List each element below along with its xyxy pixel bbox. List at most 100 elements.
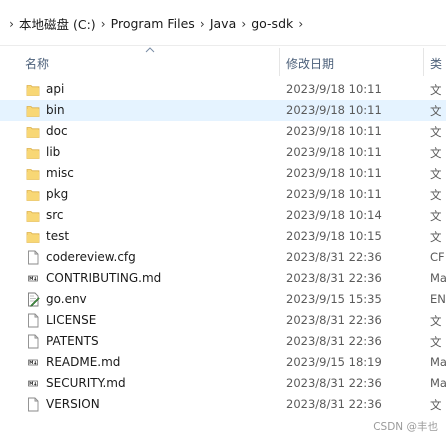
sort-ascending-icon	[145, 47, 155, 53]
file-modified-date: 2023/9/18 10:14	[286, 208, 382, 222]
file-type: 文	[430, 209, 442, 223]
file-row[interactable]: misc 2023/9/18 10:11 文	[0, 163, 446, 184]
file-name: lib	[46, 145, 61, 159]
address-bar[interactable]: › 本地磁盘 (C:) › Program Files › Java › go-…	[0, 0, 446, 46]
file-type: 文	[430, 398, 442, 412]
file-row[interactable]: pkg 2023/9/18 10:11 文	[0, 184, 446, 205]
chevron-right-icon[interactable]: ›	[293, 17, 308, 31]
file-row[interactable]: lib 2023/9/18 10:11 文	[0, 142, 446, 163]
markdown-file-icon	[26, 376, 40, 391]
folder-icon	[26, 229, 40, 244]
file-name: codereview.cfg	[46, 250, 136, 264]
file-name: LICENSE	[46, 313, 97, 327]
file-list: api 2023/9/18 10:11 文 bin 2023/9/18 10:11 文 do…	[0, 79, 446, 415]
file-row[interactable]: go.env 2023/9/15 15:35 EN	[0, 289, 446, 310]
markdown-file-icon	[26, 355, 40, 370]
file-modified-date: 2023/9/18 10:11	[286, 124, 382, 138]
file-type: Ma	[430, 271, 446, 285]
chevron-right-icon[interactable]: ›	[4, 17, 19, 31]
file-type: 文	[430, 83, 442, 97]
file-modified-date: 2023/8/31 22:36	[286, 334, 382, 348]
file-modified-date: 2023/9/18 10:11	[286, 187, 382, 201]
markdown-file-icon	[26, 271, 40, 286]
file-type: 文	[430, 167, 442, 181]
folder-icon	[26, 103, 40, 118]
file-type: 文	[430, 335, 442, 349]
folder-icon	[26, 145, 40, 160]
file-modified-date: 2023/9/18 10:11	[286, 103, 382, 117]
file-modified-date: 2023/9/18 10:11	[286, 145, 382, 159]
folder-icon	[26, 82, 40, 97]
chevron-right-icon[interactable]: ›	[195, 17, 210, 31]
file-icon	[26, 313, 40, 328]
file-row[interactable]: doc 2023/9/18 10:11 文	[0, 121, 446, 142]
file-modified-date: 2023/9/15 15:35	[286, 292, 382, 306]
folder-icon	[26, 208, 40, 223]
file-row[interactable]: bin 2023/9/18 10:11 文	[0, 100, 446, 121]
file-type: 文	[430, 104, 442, 118]
column-divider[interactable]	[279, 48, 280, 76]
file-row[interactable]: test 2023/9/18 10:15 文	[0, 226, 446, 247]
file-name: src	[46, 208, 64, 222]
breadcrumb-item-go-sdk[interactable]: go-sdk	[251, 16, 293, 31]
folder-icon	[26, 166, 40, 181]
file-row[interactable]: VERSION 2023/8/31 22:36 文	[0, 394, 446, 415]
chevron-right-icon[interactable]: ›	[96, 17, 111, 31]
file-row[interactable]: CONTRIBUTING.md 2023/8/31 22:36 Ma	[0, 268, 446, 289]
breadcrumb-item-drive[interactable]: 本地磁盘 (C:)	[19, 14, 96, 33]
file-name: CONTRIBUTING.md	[46, 271, 162, 285]
file-type: 文	[430, 146, 442, 160]
file-type: 文	[430, 125, 442, 139]
column-divider[interactable]	[423, 48, 424, 76]
file-name: misc	[46, 166, 74, 180]
file-modified-date: 2023/8/31 22:36	[286, 397, 382, 411]
file-row[interactable]: README.md 2023/9/15 18:19 Ma	[0, 352, 446, 373]
file-row[interactable]: codereview.cfg 2023/8/31 22:36 CF	[0, 247, 446, 268]
file-modified-date: 2023/9/18 10:11	[286, 166, 382, 180]
file-name: bin	[46, 103, 65, 117]
file-name: test	[46, 229, 70, 243]
folder-icon	[26, 124, 40, 139]
folder-icon	[26, 187, 40, 202]
file-name: api	[46, 82, 65, 96]
file-name: doc	[46, 124, 68, 138]
file-name: VERSION	[46, 397, 100, 411]
file-name: README.md	[46, 355, 121, 369]
file-type: 文	[430, 314, 442, 328]
breadcrumb-item-program-files[interactable]: Program Files	[111, 16, 195, 31]
file-name: SECURITY.md	[46, 376, 126, 390]
file-type: 文	[430, 188, 442, 202]
file-modified-date: 2023/9/18 10:11	[286, 82, 382, 96]
column-header-row: 名称 修改日期 类	[0, 46, 446, 78]
edited-file-icon	[26, 292, 40, 307]
file-modified-date: 2023/8/31 22:36	[286, 313, 382, 327]
file-name: go.env	[46, 292, 87, 306]
watermark: CSDN @丰也	[373, 421, 438, 433]
column-header-date[interactable]: 修改日期	[286, 55, 334, 72]
file-icon	[26, 334, 40, 349]
column-header-type[interactable]: 类	[430, 55, 442, 72]
file-type: Ma	[430, 355, 446, 369]
file-icon	[26, 250, 40, 265]
file-modified-date: 2023/9/18 10:15	[286, 229, 382, 243]
file-explorer-window: › 本地磁盘 (C:) › Program Files › Java › go-…	[0, 0, 446, 442]
file-icon	[26, 397, 40, 412]
file-row[interactable]: LICENSE 2023/8/31 22:36 文	[0, 310, 446, 331]
file-row[interactable]: PATENTS 2023/8/31 22:36 文	[0, 331, 446, 352]
column-header-name[interactable]: 名称	[25, 55, 49, 72]
file-type: EN	[430, 292, 446, 306]
file-row[interactable]: api 2023/9/18 10:11 文	[0, 79, 446, 100]
file-name: PATENTS	[46, 334, 99, 348]
file-modified-date: 2023/8/31 22:36	[286, 271, 382, 285]
file-type: 文	[430, 230, 442, 244]
chevron-right-icon[interactable]: ›	[236, 17, 251, 31]
file-row[interactable]: SECURITY.md 2023/8/31 22:36 Ma	[0, 373, 446, 394]
file-row[interactable]: src 2023/9/18 10:14 文	[0, 205, 446, 226]
file-modified-date: 2023/8/31 22:36	[286, 376, 382, 390]
file-modified-date: 2023/9/15 18:19	[286, 355, 382, 369]
file-type: Ma	[430, 376, 446, 390]
breadcrumb: › 本地磁盘 (C:) › Program Files › Java › go-…	[4, 14, 308, 33]
file-modified-date: 2023/8/31 22:36	[286, 250, 382, 264]
breadcrumb-item-java[interactable]: Java	[210, 16, 236, 31]
file-name: pkg	[46, 187, 69, 201]
